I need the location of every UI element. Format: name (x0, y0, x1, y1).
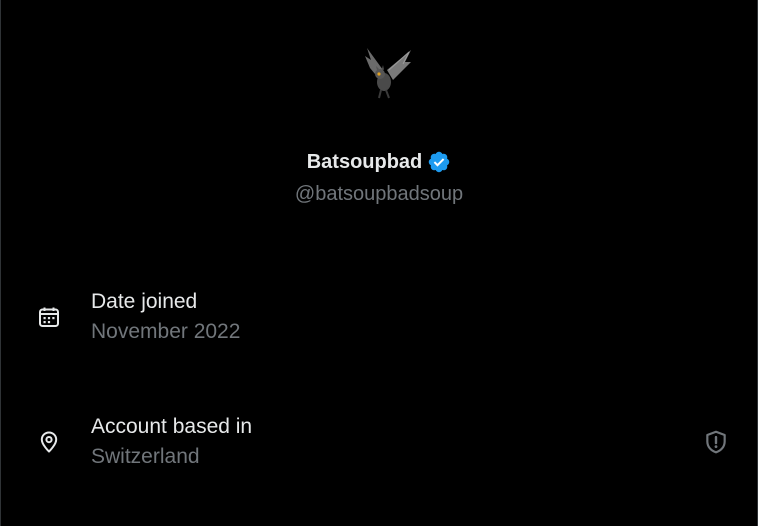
account-location-label: Account based in (91, 415, 253, 438)
verified-badge-icon[interactable] (427, 150, 451, 174)
display-name[interactable]: Batsoupbad (307, 151, 423, 174)
avatar[interactable] (353, 40, 417, 104)
about-account-panel: Batsoupbad @batsoupbadsoup Date joined N… (0, 0, 758, 526)
calendar-icon (37, 305, 61, 329)
profile-handle: @batsoupbadsoup (294, 183, 464, 205)
shield-alert-icon[interactable] (703, 429, 729, 455)
date-joined-value: November 2022 (91, 320, 241, 343)
date-joined-label: Date joined (91, 290, 198, 313)
location-pin-icon (37, 430, 61, 454)
bat-avatar-image (365, 48, 411, 99)
name-row: Batsoupbad (1, 150, 757, 174)
account-location-value: Switzerland (91, 445, 200, 468)
